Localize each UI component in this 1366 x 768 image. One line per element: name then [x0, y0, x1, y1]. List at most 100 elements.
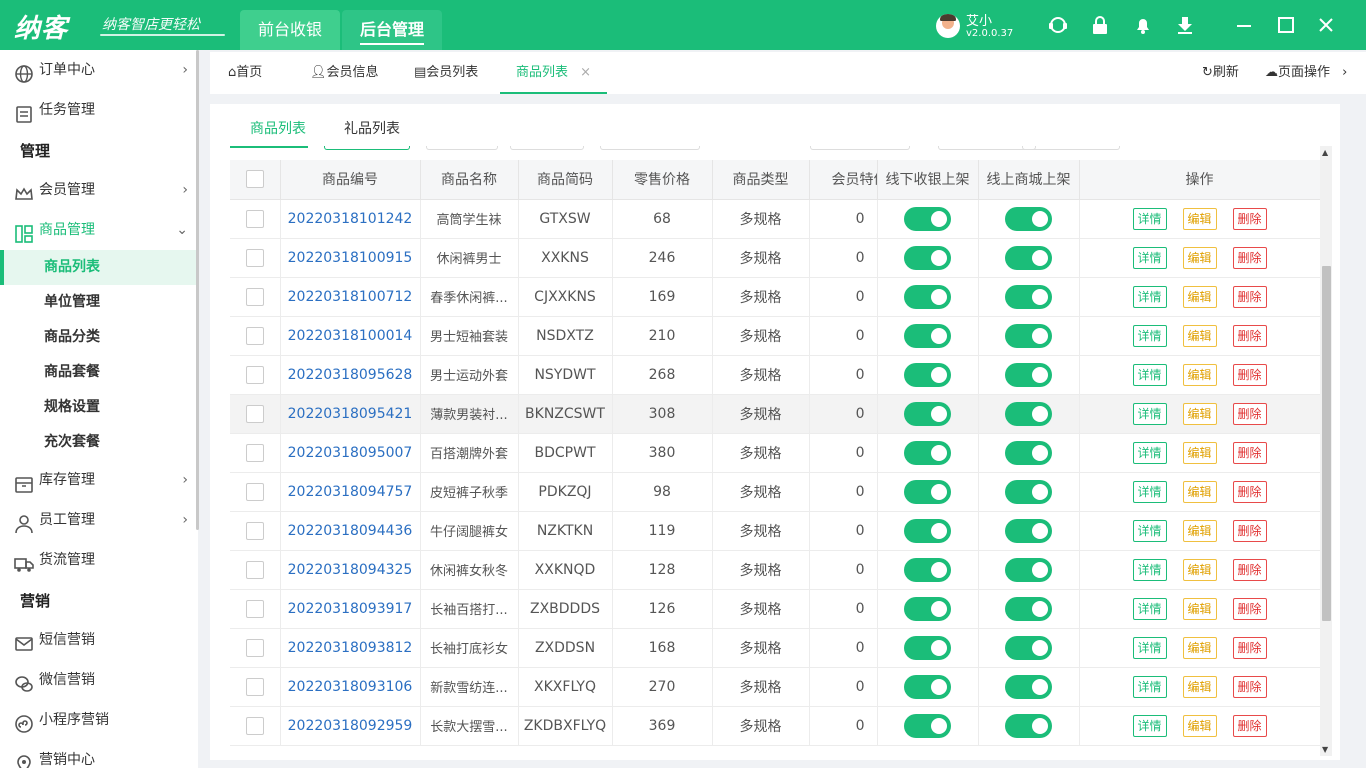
table-row[interactable]: 20220318095628 男士运动外套 NSYDWT 268 多规格 0 详情 编辑 删除 — [230, 355, 1320, 395]
product-code[interactable]: 20220318101242 — [280, 199, 421, 239]
filter-field[interactable] — [1022, 146, 1120, 150]
sidebar-item-logistics[interactable]: 货流管理 — [0, 540, 196, 580]
select-all-checkbox[interactable] — [245, 170, 264, 189]
offline-shelf-toggle[interactable] — [904, 362, 951, 387]
detail-button[interactable]: 详情 — [1132, 246, 1167, 269]
detail-button[interactable]: 详情 — [1132, 441, 1167, 464]
edit-button[interactable]: 编辑 — [1182, 324, 1217, 347]
page-ops-button[interactable]: ☁页面操作 › — [1265, 52, 1347, 94]
table-row[interactable]: 20220318101242 高筒学生袜 GTXSW 68 多规格 0 详情 编辑 删除 — [230, 199, 1320, 239]
sidebar-sub-times-packages[interactable]: 充次套餐 — [0, 425, 196, 460]
row-checkbox[interactable] — [245, 209, 264, 228]
online-shelf-toggle[interactable] — [1005, 440, 1052, 465]
topnav-backend[interactable]: 后台管理 — [342, 10, 443, 50]
delete-button[interactable]: 删除 — [1232, 636, 1267, 659]
product-code[interactable]: 20220318093812 — [280, 628, 421, 668]
sidebar-item-members[interactable]: 会员管理 › — [0, 170, 196, 210]
sidebar-item-wechat[interactable]: 微信营销 — [0, 660, 196, 700]
sidebar-sub-packages[interactable]: 商品套餐 — [0, 355, 196, 390]
subtab-product-list[interactable]: 商品列表 — [250, 118, 306, 138]
table-row[interactable]: 20220318094436 牛仔阔腿裤女 NZKTKN 119 多规格 0 详情 编辑 删除 — [230, 511, 1320, 551]
offline-shelf-toggle[interactable] — [904, 440, 951, 465]
table-row[interactable]: 20220318094325 休闲裤女秋冬 XXKNQD 128 多规格 0 详情 编辑 删除 — [230, 550, 1320, 590]
edit-button[interactable]: 编辑 — [1182, 402, 1217, 425]
delete-button[interactable]: 删除 — [1232, 675, 1267, 698]
product-code[interactable]: 20220318100712 — [280, 277, 421, 317]
row-checkbox[interactable] — [245, 248, 264, 267]
bell-icon[interactable] — [1133, 15, 1153, 35]
table-row[interactable]: 20220318100712 春季休闲裤... CJXXKNS 169 多规格 0 详情 编辑… — [230, 277, 1320, 317]
product-code[interactable]: 20220318095421 — [280, 394, 421, 434]
sidebar-item-products[interactable]: 商品管理 ⌄ — [0, 210, 196, 250]
row-checkbox[interactable] — [245, 443, 264, 462]
edit-button[interactable]: 编辑 — [1182, 636, 1217, 659]
scroll-up-icon[interactable]: ▲ — [1322, 148, 1328, 157]
sidebar-sub-units[interactable]: 单位管理 — [0, 285, 196, 320]
delete-button[interactable]: 删除 — [1232, 363, 1267, 386]
online-shelf-toggle[interactable] — [1005, 401, 1052, 426]
table-row[interactable]: 20220318095007 百搭潮牌外套 BDCPWT 380 多规格 0 详情 编辑 删除 — [230, 433, 1320, 473]
online-shelf-toggle[interactable] — [1005, 713, 1052, 738]
online-shelf-toggle[interactable] — [1005, 245, 1052, 270]
sidebar-item-inventory[interactable]: 库存管理 › — [0, 460, 196, 500]
close-icon[interactable]: × — [580, 65, 591, 80]
tab-member-list[interactable]: ▤会员列表 — [414, 52, 478, 94]
online-shelf-toggle[interactable] — [1005, 635, 1052, 660]
product-code[interactable]: 20220318093917 — [280, 589, 421, 629]
product-code[interactable]: 20220318094325 — [280, 550, 421, 590]
filter-field[interactable] — [510, 146, 584, 150]
detail-button[interactable]: 详情 — [1132, 597, 1167, 620]
table-row[interactable]: 20220318093812 长袖打底衫女 ZXDDSN 168 多规格 0 详情 编辑 删除 — [230, 628, 1320, 668]
column-header[interactable]: 线上商城上架 — [978, 160, 1080, 200]
scroll-down-icon[interactable]: ▼ — [1322, 745, 1328, 754]
product-code[interactable]: 20220318092959 — [280, 706, 421, 746]
online-shelf-toggle[interactable] — [1005, 479, 1052, 504]
support-icon[interactable] — [1048, 15, 1068, 35]
tab-home[interactable]: ⌂首页 — [228, 52, 262, 94]
row-checkbox[interactable] — [245, 638, 264, 657]
offline-shelf-toggle[interactable] — [904, 245, 951, 270]
delete-button[interactable]: 删除 — [1232, 246, 1267, 269]
offline-shelf-toggle[interactable] — [904, 401, 951, 426]
subtab-gift-list[interactable]: 礼品列表 — [344, 118, 400, 138]
minimize-icon[interactable] — [1234, 15, 1254, 35]
table-row[interactable]: 20220318100915 休闲裤男士 XXKNS 246 多规格 0 详情 编辑 删除 — [230, 238, 1320, 278]
detail-button[interactable]: 详情 — [1132, 480, 1167, 503]
sidebar-item-marketing-center[interactable]: 营销中心 — [0, 740, 196, 768]
offline-shelf-toggle[interactable] — [904, 206, 951, 231]
online-shelf-toggle[interactable] — [1005, 557, 1052, 582]
edit-button[interactable]: 编辑 — [1182, 480, 1217, 503]
sidebar-item-tasks[interactable]: 任务管理 — [0, 90, 196, 130]
offline-shelf-toggle[interactable] — [904, 713, 951, 738]
delete-button[interactable]: 删除 — [1232, 597, 1267, 620]
table-row[interactable]: 20220318092959 长款大摆雪... ZKDBXFLYQ 369 多规格 0 详情… — [230, 706, 1320, 746]
sidebar-item-staff[interactable]: 员工管理 › — [0, 500, 196, 540]
column-header[interactable]: 会员特价 — [809, 160, 878, 200]
sidebar-item-miniprogram[interactable]: 小程序营销 — [0, 700, 196, 740]
detail-button[interactable]: 详情 — [1132, 363, 1167, 386]
delete-button[interactable]: 删除 — [1232, 441, 1267, 464]
table-row[interactable]: 20220318093917 长袖百搭打... ZXBDDDS 126 多规格 0 详情 编辑… — [230, 589, 1320, 629]
download-icon[interactable] — [1175, 15, 1195, 35]
edit-button[interactable]: 编辑 — [1182, 285, 1217, 308]
edit-button[interactable]: 编辑 — [1182, 597, 1217, 620]
online-shelf-toggle[interactable] — [1005, 596, 1052, 621]
filter-field[interactable] — [426, 146, 498, 150]
product-code[interactable]: 20220318094757 — [280, 472, 421, 512]
filter-field[interactable] — [600, 146, 700, 150]
delete-button[interactable]: 删除 — [1232, 324, 1267, 347]
delete-button[interactable]: 删除 — [1232, 519, 1267, 542]
column-header[interactable]: 商品名称 — [420, 160, 519, 200]
topnav-frontdesk[interactable]: 前台收银 — [240, 10, 341, 50]
offline-shelf-toggle[interactable] — [904, 479, 951, 504]
sidebar-item-sms[interactable]: 短信营销 — [0, 620, 196, 660]
delete-button[interactable]: 删除 — [1232, 714, 1267, 737]
sidebar-scrollbar[interactable] — [196, 50, 199, 530]
table-row[interactable]: 20220318095421 薄款男装衬... BKNZCSWT 308 多规格 0 详情编… — [230, 394, 1320, 434]
close-icon[interactable] — [1316, 15, 1336, 35]
table-scrollbar[interactable]: ▲ ▼ — [1320, 146, 1332, 756]
offline-shelf-toggle[interactable] — [904, 596, 951, 621]
product-code[interactable]: 20220318100915 — [280, 238, 421, 278]
tab-product-list[interactable]: 商品列表 × — [500, 52, 608, 94]
product-code[interactable]: 20220318095628 — [280, 355, 421, 395]
